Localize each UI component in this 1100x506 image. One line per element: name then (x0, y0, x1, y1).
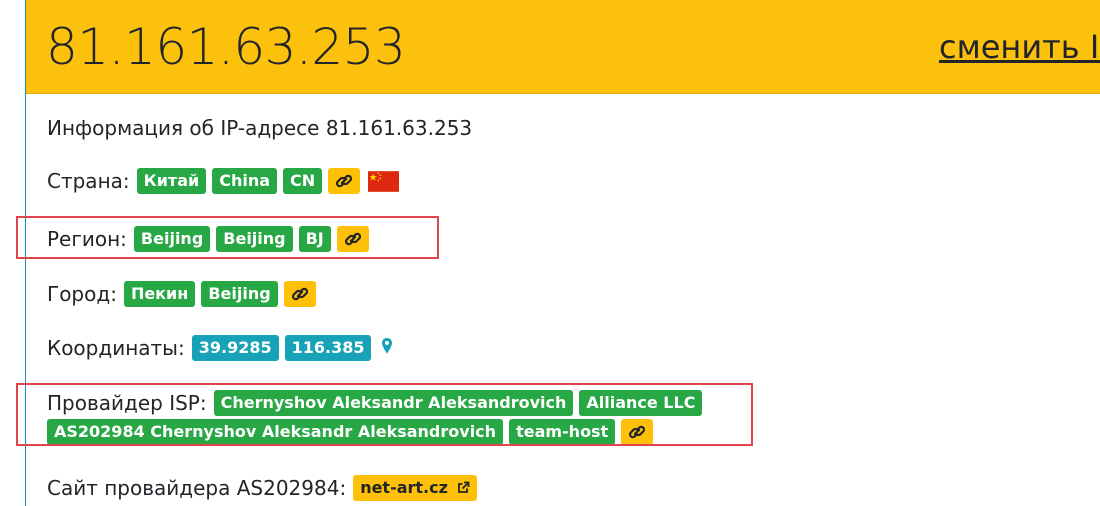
ip-address-title: 81.161.63.253 (46, 18, 406, 76)
city-badge-en: Beijing (201, 281, 278, 307)
country-label: Страна: (47, 169, 130, 193)
city-badge-ru: Пекин (123, 281, 196, 307)
external-link-icon (457, 481, 469, 493)
isp-site-label: Сайт провайдера AS202984: (47, 476, 347, 500)
link-icon (291, 287, 308, 301)
china-flag-icon (368, 170, 400, 192)
country-badge-code: CN (283, 168, 323, 194)
info-title: Информация об IP-адресе 81.161.63.253 (47, 116, 473, 140)
change-ip-link[interactable]: сменить IP (939, 26, 1100, 68)
longitude-badge: 116.385 (284, 335, 372, 361)
map-pin-icon[interactable] (381, 334, 393, 362)
country-link-button[interactable] (328, 168, 361, 194)
coordinates-label: Координаты: (47, 336, 185, 360)
country-badge-ru: Китай (136, 168, 207, 194)
coordinates-row: Координаты: 39.9285 116.385 (47, 334, 393, 362)
region-highlight-box (16, 216, 439, 259)
isp-site-link-text: net-art.cz (360, 478, 448, 497)
isp-site-row: Сайт провайдера AS202984: net-art.cz (47, 474, 483, 502)
city-link-button[interactable] (283, 281, 316, 307)
info-heading: Информация об IP-адресе 81.161.63.253 (47, 114, 472, 142)
country-badge-en: China (212, 168, 278, 194)
isp-highlight-box (16, 383, 753, 446)
link-icon (336, 174, 353, 188)
city-row: Город: Пекин Beijing (47, 280, 322, 308)
isp-site-link[interactable]: net-art.cz (353, 475, 477, 501)
card-header: 81.161.63.253 сменить IP (26, 0, 1100, 94)
latitude-badge: 39.9285 (191, 335, 279, 361)
country-row: Страна: Китай China CN (47, 167, 400, 195)
city-label: Город: (47, 282, 117, 306)
